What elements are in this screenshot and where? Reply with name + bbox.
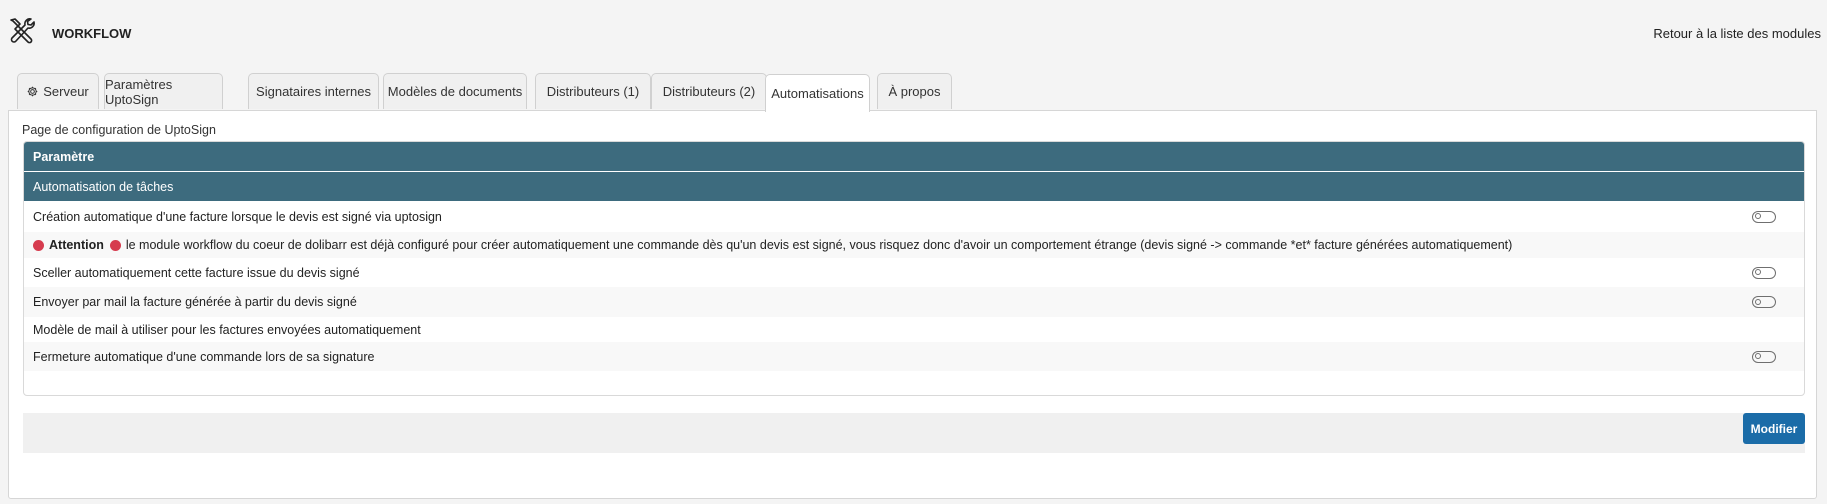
page-title: WORKFLOW bbox=[52, 26, 132, 41]
tab-parametres-uptosign[interactable]: Paramètres UptoSign bbox=[104, 73, 223, 109]
section-header-label: Automatisation de tâches bbox=[33, 179, 174, 194]
warning-title: Attention bbox=[49, 238, 104, 252]
tab-content-panel: Page de configuration de UptoSign Paramè… bbox=[8, 110, 1817, 499]
tab-distributeurs-1[interactable]: Distributeurs (1) bbox=[535, 73, 651, 109]
panel-caption: Page de configuration de UptoSign bbox=[22, 123, 216, 137]
tab-label: À propos bbox=[888, 84, 941, 99]
form-footer: Modifier bbox=[23, 413, 1805, 453]
modifier-button[interactable]: Modifier bbox=[1743, 413, 1805, 444]
tab-label: Distributeurs (2) bbox=[662, 84, 756, 99]
table-row: Modèle de mail à utiliser pour les factu… bbox=[24, 317, 1804, 342]
section-header: Automatisation de tâches bbox=[24, 171, 1804, 201]
red-dot-icon bbox=[33, 239, 44, 251]
table-header-label: Paramètre bbox=[33, 149, 95, 164]
warning-text: le module workflow du coeur de dolibarr … bbox=[125, 238, 1513, 252]
tab-label: Distributeurs (1) bbox=[546, 84, 640, 99]
tab-label: Automatisations bbox=[771, 86, 864, 101]
gear-icon bbox=[27, 86, 38, 97]
back-to-modules-link[interactable]: Retour à la liste des modules bbox=[1653, 26, 1821, 41]
table-row: Sceller automatiquement cette facture is… bbox=[24, 258, 1804, 287]
tab-a-propos[interactable]: À propos bbox=[877, 73, 952, 109]
table-row: Création automatique d'une facture lorsq… bbox=[24, 201, 1804, 232]
table-row: Envoyer par mail la facture générée à pa… bbox=[24, 287, 1804, 317]
tab-label: Signataires internes bbox=[256, 84, 371, 99]
tab-label: Modèles de documents bbox=[387, 84, 523, 99]
toggle-switch[interactable] bbox=[1752, 266, 1776, 279]
table-header: Paramètre bbox=[24, 142, 1804, 171]
setting-label: Envoyer par mail la facture générée à pa… bbox=[33, 295, 357, 309]
warning-row: Attention le module workflow du coeur de… bbox=[24, 232, 1804, 258]
setting-label: Création automatique d'une facture lorsq… bbox=[33, 209, 442, 224]
tab-label: Serveur bbox=[43, 84, 89, 99]
setting-label: Sceller automatiquement cette facture is… bbox=[33, 265, 360, 280]
tab-serveur[interactable]: Serveur bbox=[17, 73, 99, 109]
table-row: Fermeture automatique d'une commande lor… bbox=[24, 342, 1804, 371]
setting-label: Fermeture automatique d'une commande lor… bbox=[33, 349, 375, 364]
toggle-switch[interactable] bbox=[1752, 350, 1776, 363]
tab-distributeurs-2[interactable]: Distributeurs (2) bbox=[651, 73, 767, 109]
tab-modeles-documents[interactable]: Modèles de documents bbox=[383, 73, 527, 109]
tab-label: Paramètres UptoSign bbox=[105, 76, 173, 107]
toggle-switch[interactable] bbox=[1752, 210, 1776, 223]
tools-icon bbox=[7, 16, 37, 46]
red-dot-icon bbox=[109, 239, 121, 251]
settings-table: Paramètre Automatisation de tâches Créat… bbox=[23, 141, 1805, 396]
toggle-switch[interactable] bbox=[1752, 296, 1776, 308]
setting-label: Modèle de mail à utiliser pour les factu… bbox=[33, 322, 421, 337]
tab-automatisations[interactable]: Automatisations bbox=[765, 74, 870, 112]
tab-signataires-internes[interactable]: Signataires internes bbox=[248, 73, 379, 109]
